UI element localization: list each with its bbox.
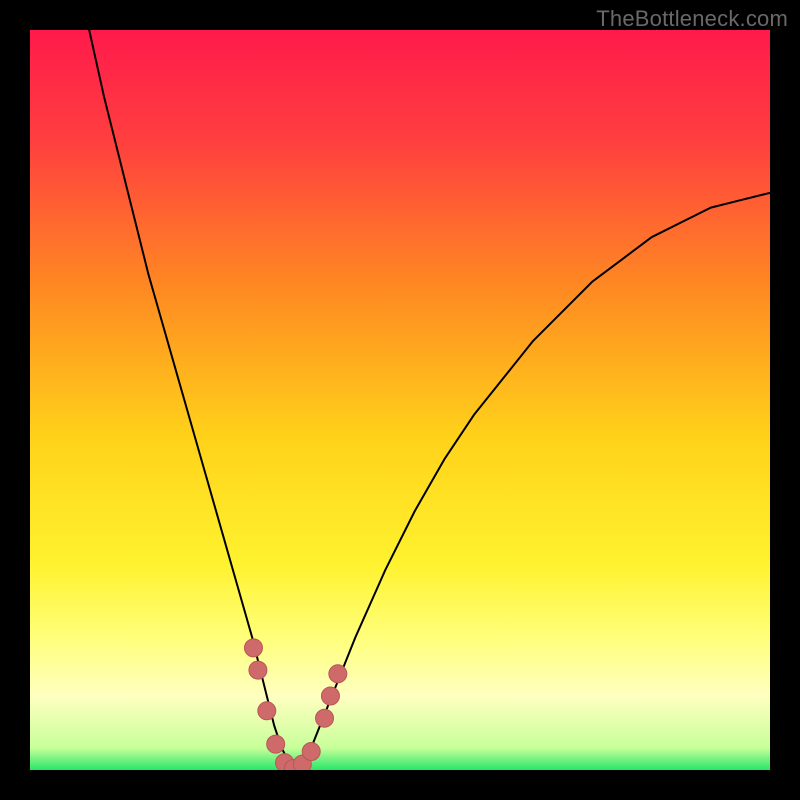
threshold-dot <box>244 639 262 657</box>
chart-svg <box>30 30 770 770</box>
threshold-dot <box>316 709 334 727</box>
watermark-text: TheBottleneck.com <box>596 6 788 32</box>
threshold-dot <box>249 661 267 679</box>
threshold-dot <box>302 743 320 761</box>
gradient-background <box>30 30 770 770</box>
threshold-dot <box>267 735 285 753</box>
outer-frame: TheBottleneck.com <box>0 0 800 800</box>
threshold-dot <box>329 665 347 683</box>
threshold-dot <box>321 687 339 705</box>
threshold-dot <box>258 702 276 720</box>
plot-area <box>30 30 770 770</box>
